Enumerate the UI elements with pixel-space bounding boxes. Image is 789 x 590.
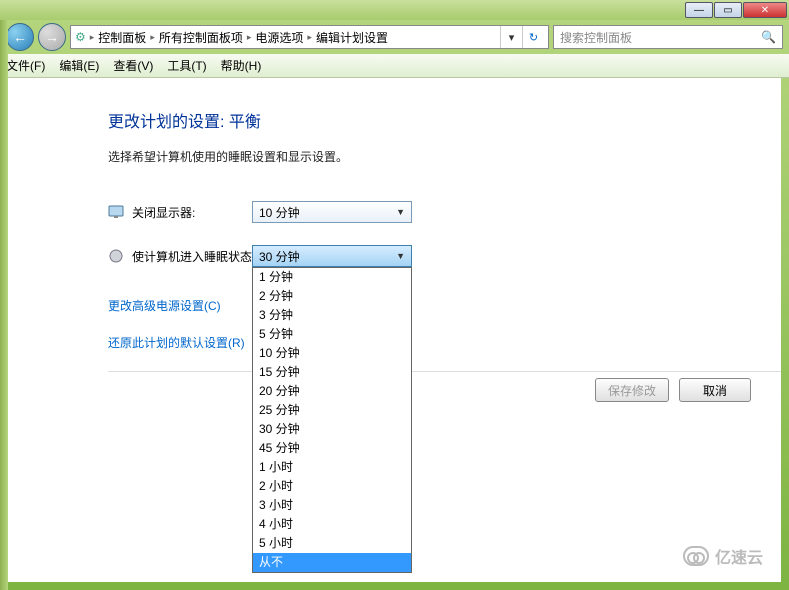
dropdown-option[interactable]: 30 分钟 (253, 420, 411, 439)
search-input[interactable]: 搜索控制面板 🔍 (553, 25, 783, 49)
dropdown-option[interactable]: 3 分钟 (253, 306, 411, 325)
advanced-settings-link[interactable]: 更改高级电源设置(C) (108, 297, 781, 314)
address-dropdown-button[interactable]: ▾ (500, 26, 522, 48)
breadcrumb[interactable]: 控制面板 (98, 29, 146, 46)
dropdown-option[interactable]: 5 分钟 (253, 325, 411, 344)
dropdown-option[interactable]: 1 分钟 (253, 268, 411, 287)
page-title: 更改计划的设置: 平衡 (108, 108, 781, 132)
watermark: 亿速云 (683, 544, 763, 568)
setting-row-display: 关闭显示器: 10 分钟 ▼ (108, 201, 781, 223)
moon-icon (108, 248, 124, 264)
dropdown-option[interactable]: 1 小时 (253, 458, 411, 477)
dropdown-option[interactable]: 20 分钟 (253, 382, 411, 401)
save-button[interactable]: 保存修改 (595, 378, 669, 402)
dropdown-option[interactable]: 2 小时 (253, 477, 411, 496)
refresh-button[interactable]: ↻ (522, 26, 544, 48)
chevron-down-icon: ▼ (396, 251, 405, 261)
dropdown-option[interactable]: 2 分钟 (253, 287, 411, 306)
menu-tools[interactable]: 工具(T) (167, 57, 206, 74)
titlebar: — ▭ ✕ (0, 0, 789, 20)
navigation-row: ← → ⚙ ▸ 控制面板 ▸ 所有控制面板项 ▸ 电源选项 ▸ 编辑计划设置 ▾… (0, 20, 789, 54)
maximize-button[interactable]: ▭ (714, 2, 742, 18)
close-button[interactable]: ✕ (743, 2, 787, 18)
dropdown-option[interactable]: 4 小时 (253, 515, 411, 534)
content-area: 更改计划的设置: 平衡 选择希望计算机使用的睡眠设置和显示设置。 关闭显示器: … (8, 78, 781, 582)
restore-defaults-link[interactable]: 还原此计划的默认设置(R) (108, 334, 781, 351)
address-bar[interactable]: ⚙ ▸ 控制面板 ▸ 所有控制面板项 ▸ 电源选项 ▸ 编辑计划设置 ▾ ↻ (70, 25, 549, 49)
chevron-down-icon: ▼ (396, 207, 405, 217)
menu-view[interactable]: 查看(V) (113, 57, 153, 74)
dropdown-option[interactable]: 25 分钟 (253, 401, 411, 420)
dropdown-option[interactable]: 从不 (253, 553, 411, 572)
breadcrumb[interactable]: 电源选项 (255, 29, 303, 46)
breadcrumb[interactable]: 编辑计划设置 (316, 29, 388, 46)
dropdown-option[interactable]: 3 小时 (253, 496, 411, 515)
menu-file[interactable]: 文件(F) (6, 57, 45, 74)
breadcrumb[interactable]: 所有控制面板项 (159, 29, 243, 46)
setting-row-sleep: 使计算机进入睡眠状态: 30 分钟 ▼ 1 分钟2 分钟3 分钟5 分钟10 分… (108, 245, 781, 267)
watermark-logo-icon (683, 546, 709, 566)
minimize-button[interactable]: — (685, 2, 713, 18)
dropdown-option[interactable]: 15 分钟 (253, 363, 411, 382)
menu-bar: 文件(F) 编辑(E) 查看(V) 工具(T) 帮助(H) (0, 54, 789, 78)
forward-button[interactable]: → (38, 23, 66, 51)
control-panel-icon: ⚙ (75, 30, 86, 44)
display-off-label: 关闭显示器: (132, 204, 252, 221)
menu-help[interactable]: 帮助(H) (221, 57, 262, 74)
cancel-button[interactable]: 取消 (679, 378, 751, 402)
back-button[interactable]: ← (6, 23, 34, 51)
monitor-icon (108, 204, 124, 220)
dropdown-option[interactable]: 10 分钟 (253, 344, 411, 363)
sleep-combo[interactable]: 30 分钟 ▼ 1 分钟2 分钟3 分钟5 分钟10 分钟15 分钟20 分钟2… (252, 245, 412, 267)
page-description: 选择希望计算机使用的睡眠设置和显示设置。 (108, 148, 781, 165)
sleep-label: 使计算机进入睡眠状态: (132, 248, 272, 265)
display-off-combo[interactable]: 10 分钟 ▼ (252, 201, 412, 223)
dropdown-option[interactable]: 5 小时 (253, 534, 411, 553)
search-icon[interactable]: 🔍 (761, 30, 776, 44)
sleep-dropdown: 1 分钟2 分钟3 分钟5 分钟10 分钟15 分钟20 分钟25 分钟30 分… (252, 267, 412, 573)
dropdown-option[interactable]: 45 分钟 (253, 439, 411, 458)
menu-edit[interactable]: 编辑(E) (59, 57, 99, 74)
search-placeholder: 搜索控制面板 (560, 29, 632, 46)
